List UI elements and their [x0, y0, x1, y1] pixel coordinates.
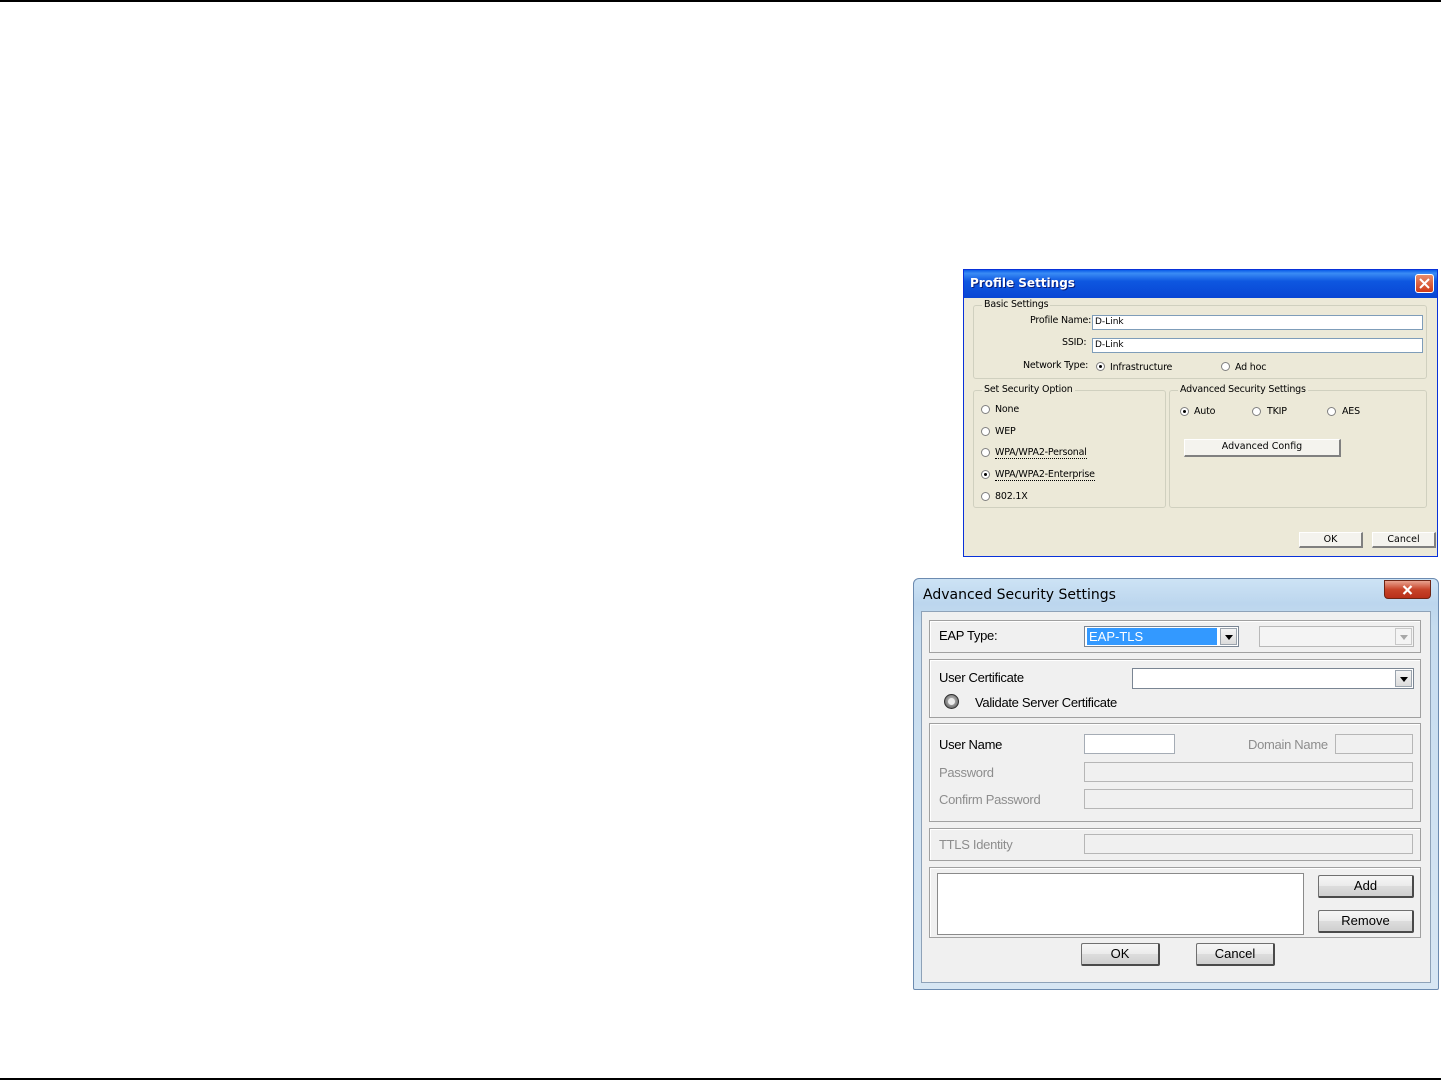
chevron-down-icon — [1400, 677, 1408, 682]
add-button[interactable]: Add — [1318, 875, 1414, 898]
password-label: Password — [939, 765, 994, 780]
ssid-label: SSID: — [1062, 337, 1087, 348]
server-list-panel: Add Remove — [929, 867, 1421, 938]
radio-ad-hoc[interactable] — [1221, 362, 1230, 371]
user-certificate-label: User Certificate — [939, 670, 1024, 685]
ttls-identity-input[interactable] — [1084, 834, 1413, 854]
user-certificate-value — [1135, 670, 1139, 687]
password-input[interactable] — [1084, 762, 1413, 782]
eap-type-label: EAP Type: — [939, 628, 998, 643]
eap-type-value: EAP-TLS — [1087, 628, 1217, 645]
advanced-dialog-title: Advanced Security Settings — [923, 587, 1116, 603]
advanced-cancel-button[interactable]: Cancel — [1196, 943, 1275, 966]
network-type-label: Network Type: — [1023, 360, 1089, 371]
cipher-auto-label: Auto — [1194, 406, 1216, 417]
page-bottom-rule — [0, 1078, 1441, 1080]
server-list-box[interactable] — [937, 873, 1304, 935]
ssid-input[interactable]: D-Link — [1092, 338, 1423, 353]
eap-secondary-select[interactable] — [1259, 626, 1414, 647]
eap-type-select[interactable]: EAP-TLS — [1084, 626, 1239, 647]
radio-cipher-aes[interactable] — [1327, 407, 1336, 416]
advanced-security-group: Advanced Security Settings Auto TKIP AES… — [1169, 384, 1427, 508]
profile-cancel-button[interactable]: Cancel — [1372, 532, 1436, 548]
radio-cipher-tkip[interactable] — [1252, 407, 1261, 416]
domain-name-label: Domain Name — [1248, 737, 1328, 752]
radio-security-wpa-personal[interactable] — [981, 448, 990, 457]
close-icon — [1419, 278, 1430, 289]
profile-titlebar[interactable]: Profile Settings — [964, 270, 1437, 298]
chevron-down-icon — [1400, 635, 1408, 640]
profile-settings-dialog: Profile Settings Basic Settings Profile … — [963, 269, 1438, 557]
advanced-security-dialog: Advanced Security Settings EAP Type: EAP… — [913, 578, 1439, 990]
user-name-label: User Name — [939, 737, 1003, 752]
radio-infrastructure[interactable] — [1096, 362, 1105, 371]
radio-security-wep[interactable] — [981, 427, 990, 436]
credentials-panel: User Name Domain Name Password Confirm P… — [929, 723, 1421, 822]
domain-name-input[interactable] — [1335, 734, 1413, 754]
profile-dialog-title: Profile Settings — [970, 276, 1075, 290]
advanced-dialog-body: EAP Type: EAP-TLS User Certificate Valid… — [921, 611, 1431, 983]
radio-security-none[interactable] — [981, 405, 990, 414]
advanced-security-legend: Advanced Security Settings — [1178, 384, 1308, 395]
security-wpa-enterprise-label: WPA/WPA2-Enterprise — [995, 469, 1095, 481]
user-name-input[interactable] — [1084, 734, 1175, 754]
security-option-legend: Set Security Option — [982, 384, 1075, 395]
ad-hoc-label: Ad hoc — [1235, 362, 1267, 373]
validate-server-label: Validate Server Certificate — [975, 695, 1117, 710]
profile-name-label: Profile Name: — [1030, 315, 1092, 326]
basic-settings-legend: Basic Settings — [982, 299, 1051, 310]
eap-secondary-dropdown-arrow[interactable] — [1395, 628, 1412, 645]
infrastructure-label: Infrastructure — [1110, 362, 1173, 373]
remove-button[interactable]: Remove — [1318, 910, 1414, 933]
security-wep-label: WEP — [995, 426, 1016, 437]
ttls-identity-label: TTLS Identity — [939, 837, 1013, 852]
ttls-identity-panel: TTLS Identity — [929, 828, 1421, 861]
profile-close-button[interactable] — [1415, 274, 1434, 293]
chevron-down-icon — [1225, 635, 1233, 640]
confirm-password-label: Confirm Password — [939, 792, 1041, 807]
radio-security-8021x[interactable] — [981, 492, 990, 501]
eap-type-dropdown-arrow[interactable] — [1220, 628, 1237, 645]
security-none-label: None — [995, 404, 1019, 415]
eap-secondary-value — [1262, 628, 1266, 645]
advanced-close-button[interactable] — [1384, 580, 1431, 599]
validate-server-radio[interactable] — [944, 694, 959, 709]
eap-type-panel: EAP Type: EAP-TLS — [929, 620, 1421, 653]
user-certificate-dropdown-arrow[interactable] — [1395, 670, 1412, 687]
advanced-ok-button[interactable]: OK — [1081, 943, 1160, 966]
radio-cipher-auto[interactable] — [1180, 407, 1189, 416]
security-option-group: Set Security Option None WEP WPA/WPA2-Pe… — [973, 384, 1166, 508]
user-certificate-select[interactable] — [1132, 668, 1414, 689]
cipher-tkip-label: TKIP — [1267, 406, 1287, 417]
advanced-config-button[interactable]: Advanced Config — [1184, 439, 1341, 457]
radio-security-wpa-enterprise[interactable] — [981, 470, 990, 479]
profile-name-input[interactable]: D-Link — [1092, 315, 1423, 330]
security-8021x-label: 802.1X — [995, 491, 1028, 502]
page-top-rule — [0, 0, 1441, 2]
certificate-panel: User Certificate Validate Server Certifi… — [929, 659, 1421, 718]
cipher-aes-label: AES — [1342, 406, 1360, 417]
confirm-password-input[interactable] — [1084, 789, 1413, 809]
profile-ok-button[interactable]: OK — [1299, 532, 1363, 548]
basic-settings-group: Basic Settings Profile Name: D-Link SSID… — [973, 299, 1427, 379]
security-wpa-personal-label: WPA/WPA2-Personal — [995, 447, 1087, 459]
close-icon — [1402, 585, 1413, 595]
